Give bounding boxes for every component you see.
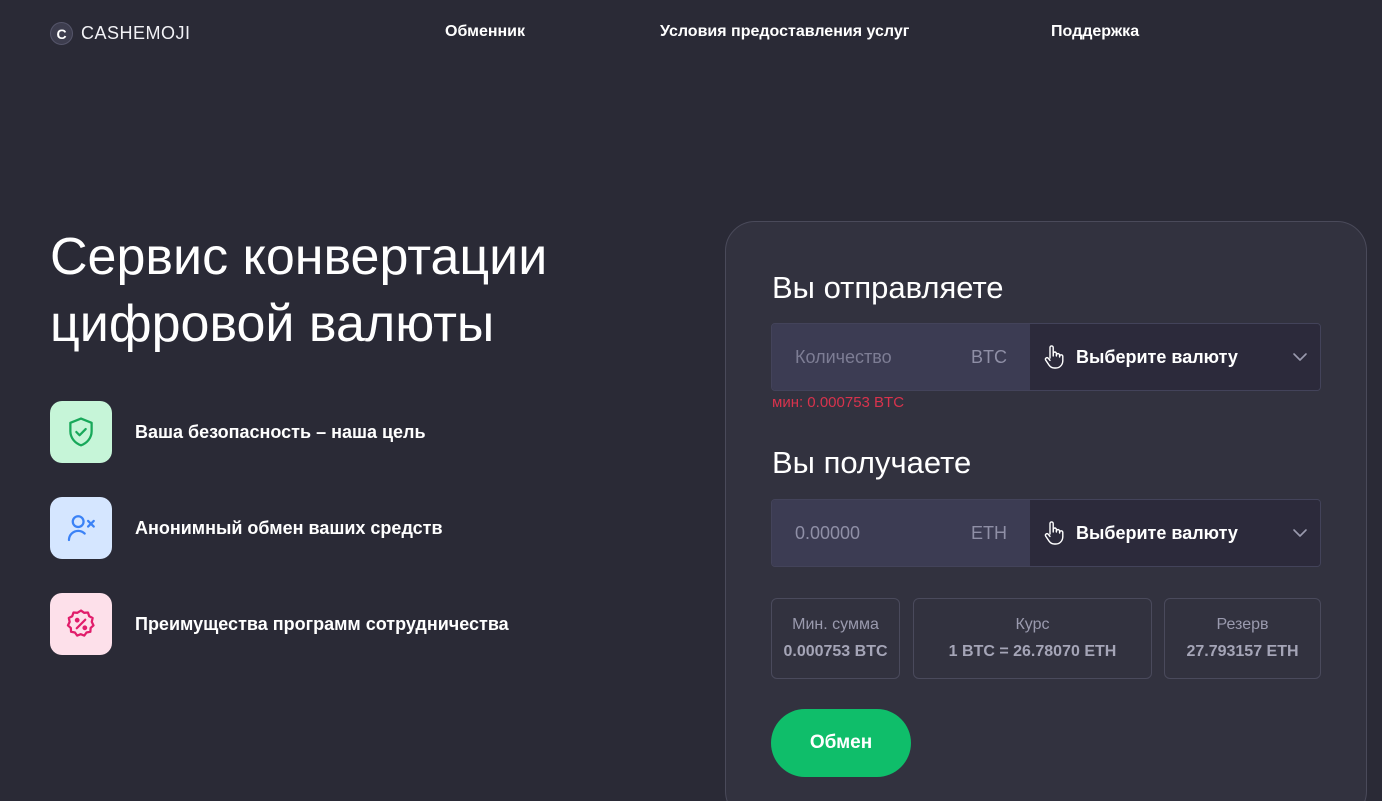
hero-title-line-2: цифровой валюты xyxy=(50,295,495,353)
send-amount-placeholder: Количество xyxy=(795,346,892,367)
chevron-down-icon xyxy=(1293,529,1307,537)
user-x-icon xyxy=(50,497,112,559)
send-currency-select[interactable]: Выберите валюту xyxy=(1030,324,1320,390)
feature-anonymous: Анонимный обмен ваших средств xyxy=(50,497,443,559)
receive-amount-value: 0.00000 xyxy=(795,522,861,543)
nav-link-support[interactable]: Поддержка xyxy=(1051,23,1139,41)
feature-anonymous-text: Анонимный обмен ваших средств xyxy=(135,517,443,538)
logo-text: CASHEMOJI xyxy=(81,23,191,43)
stat-rate-label: Курс xyxy=(1015,616,1050,633)
exchange-card: Вы отправляете Количество BTC Выберите в… xyxy=(725,221,1367,801)
feature-partnership-text: Преимущества программ сотрудничества xyxy=(135,613,509,634)
stat-rate-value: 1 BTC = 26.78070 ETH xyxy=(948,643,1117,660)
feature-security-text: Ваша безопасность – наша цель xyxy=(135,421,426,442)
logo-mark-icon: C xyxy=(50,22,73,45)
stat-reserve: Резерв 27.793157 ETH xyxy=(1164,598,1321,679)
receive-section-label: Вы получаете xyxy=(772,445,972,480)
nav-link-exchanger[interactable]: Обменник xyxy=(445,23,525,41)
percent-badge-icon xyxy=(50,593,112,655)
min-amount-note: мин: 0.000753 BTC xyxy=(772,394,905,411)
receive-row: 0.00000 ETH Выберите валюту xyxy=(771,499,1321,567)
logo[interactable]: C CASHEMOJI xyxy=(50,22,191,45)
chevron-down-icon xyxy=(1293,353,1307,361)
send-currency-select-label: Выберите валюту xyxy=(1076,346,1238,367)
hero-title: Сервис конвертации цифровой валюты xyxy=(50,224,690,358)
feature-partnership: Преимущества программ сотрудничества xyxy=(50,593,509,655)
exchange-button[interactable]: Обмен xyxy=(771,709,911,777)
stat-reserve-label: Резерв xyxy=(1216,616,1269,633)
hero-title-line-1: Сервис конвертации xyxy=(50,228,548,286)
stat-min-amount: Мин. сумма 0.000753 BTC xyxy=(771,598,900,679)
stat-min-amount-label: Мин. сумма xyxy=(792,616,879,633)
receive-currency-code: ETH xyxy=(971,522,1007,543)
receive-amount-field[interactable]: 0.00000 ETH xyxy=(772,500,1030,566)
send-amount-input[interactable]: Количество BTC xyxy=(772,324,1030,390)
send-currency-code: BTC xyxy=(971,346,1007,367)
shield-check-icon xyxy=(50,401,112,463)
hand-pointer-icon xyxy=(1044,521,1064,545)
stat-reserve-value: 27.793157 ETH xyxy=(1186,643,1299,660)
stat-min-amount-value: 0.000753 BTC xyxy=(783,643,888,660)
feature-security: Ваша безопасность – наша цель xyxy=(50,401,426,463)
hand-pointer-icon xyxy=(1044,345,1064,369)
send-row: Количество BTC Выберите валюту xyxy=(771,323,1321,391)
send-section-label: Вы отправляете xyxy=(772,270,1004,305)
nav-link-terms[interactable]: Условия предоставления услуг xyxy=(660,23,909,41)
stat-rate: Курс 1 BTC = 26.78070 ETH xyxy=(913,598,1152,679)
receive-currency-select[interactable]: Выберите валюту xyxy=(1030,500,1320,566)
receive-currency-select-label: Выберите валюту xyxy=(1076,522,1238,543)
